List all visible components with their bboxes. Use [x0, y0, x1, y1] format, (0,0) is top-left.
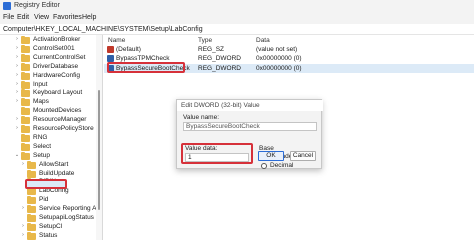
folder-icon — [27, 169, 36, 178]
value-name-field: BypassSecureBootCheck — [183, 122, 317, 131]
menu-file[interactable]: File — [3, 14, 14, 21]
value-type: REG_DWORD — [198, 55, 241, 62]
chevron-right-icon[interactable]: › — [14, 36, 20, 42]
value-row[interactable]: (Default) REG_SZ (value not set) — [104, 45, 474, 54]
registry-editor-icon — [3, 2, 11, 10]
column-type[interactable]: Type — [198, 37, 212, 44]
chevron-right-icon[interactable]: › — [14, 125, 20, 131]
menu-help[interactable]: Help — [82, 14, 96, 21]
value-data-highlight — [181, 143, 253, 164]
folder-icon — [21, 133, 30, 142]
folder-icon — [21, 89, 30, 98]
tree-item-label: Pid — [39, 196, 49, 204]
chevron-right-icon[interactable]: › — [14, 81, 20, 87]
tree-item-label: MountedDevices — [33, 107, 82, 115]
tree-item-label: AllowStart — [39, 160, 69, 168]
folder-icon — [21, 44, 30, 53]
folder-icon — [27, 231, 36, 240]
tree-item-label: BuildUpdate — [39, 169, 75, 177]
value-type: REG_DWORD — [198, 65, 241, 72]
tree-item-label: ResourcePolicyStore — [33, 125, 94, 132]
chevron-right-icon[interactable]: › — [14, 63, 20, 69]
chevron-right-icon[interactable]: › — [14, 54, 20, 60]
bypass-secureboot-highlight — [107, 62, 185, 73]
tree-item-label: ResourceManager — [33, 116, 87, 124]
chevron-right-icon[interactable]: › — [14, 72, 20, 78]
chevron-right-icon[interactable]: › — [14, 45, 20, 51]
title-bar: Registry Editor — [0, 0, 474, 12]
tree-item-label: DriverDatabase — [33, 62, 79, 70]
folder-icon — [27, 196, 36, 205]
tree-item-label: Service Reporting API — [39, 205, 103, 213]
address-bar[interactable]: Computer\HKEY_LOCAL_MACHINE\SYSTEM\Setup… — [0, 24, 474, 35]
folder-icon — [21, 151, 30, 160]
tree-item-label: ActivationBroker — [33, 36, 81, 43]
tree-item-label: HardwareConfig — [33, 71, 80, 79]
tree-item-label: Keyboard Layout — [33, 89, 83, 97]
tree-item-label: Maps — [33, 98, 49, 106]
menu-edit[interactable]: Edit — [17, 14, 29, 21]
list-header: Name Type Data — [104, 35, 474, 45]
binary-value-icon — [107, 55, 114, 62]
folder-icon — [21, 98, 30, 107]
chevron-right-icon[interactable]: › — [20, 205, 26, 211]
tree-item-label: RNG — [33, 133, 48, 141]
folder-icon — [21, 62, 30, 71]
folder-icon — [27, 214, 36, 222]
tree-item-label: Input — [33, 80, 48, 88]
tree-item-label: Select — [33, 142, 52, 150]
tree-item-label: ControlSet001 — [33, 44, 75, 52]
folder-icon — [21, 125, 30, 133]
chevron-right-icon[interactable]: › — [14, 116, 20, 122]
folder-icon — [27, 160, 36, 169]
chevron-right-icon[interactable]: › — [20, 223, 26, 229]
folder-icon — [21, 116, 30, 125]
folder-icon — [21, 36, 30, 44]
decimal-label: Decimal — [270, 162, 294, 169]
tree-scrollbar[interactable] — [96, 35, 102, 240]
chevron-right-icon[interactable]: › — [14, 89, 20, 95]
value-name-label: Value name: — [183, 114, 220, 121]
value-type: REG_SZ — [198, 46, 225, 53]
tree-item-label: Status — [39, 231, 58, 239]
value-data: 0x00000000 (0) — [256, 55, 302, 62]
folder-icon — [21, 80, 30, 89]
value-name: BypassTPMCheck — [116, 55, 170, 62]
decimal-radio[interactable] — [261, 163, 267, 169]
chevron-right-icon[interactable]: › — [14, 98, 20, 104]
chevron-down-icon[interactable]: ⌄ — [14, 152, 20, 158]
column-name[interactable]: Name — [108, 37, 125, 44]
value-name: (Default) — [116, 46, 141, 53]
registry-tree: › ActivationBroker › ControlSet001 › CurrentC… — [0, 35, 103, 240]
folder-icon — [21, 107, 30, 116]
dialog-title: Edit DWORD (32-bit) Value — [181, 102, 260, 109]
value-data: 0x00000000 (0) — [256, 65, 302, 72]
ok-button[interactable]: OK — [258, 151, 284, 161]
menu-bar: File Edit View Favorites Help — [0, 12, 474, 24]
folder-icon — [27, 187, 36, 196]
tree-item-label: SetupCl — [39, 222, 63, 230]
chevron-right-icon[interactable]: › — [20, 232, 26, 238]
value-data: (value not set) — [256, 46, 298, 53]
dialog-title-bar: Edit DWORD (32-bit) Value — [177, 100, 323, 111]
menu-view[interactable]: View — [34, 14, 49, 21]
chevron-right-icon[interactable]: › — [20, 161, 26, 167]
tree-item-label: CurrentControlSet — [33, 53, 86, 61]
folder-icon — [27, 222, 36, 231]
address-path: Computer\HKEY_LOCAL_MACHINE\SYSTEM\Setup… — [3, 26, 203, 33]
folder-icon — [21, 142, 30, 151]
column-data[interactable]: Data — [256, 37, 270, 44]
tree-item-label: Setup — [33, 151, 50, 159]
scroll-thumb[interactable] — [98, 90, 100, 210]
tree-item-label: SetupapiLogStatus — [39, 214, 94, 221]
cancel-button[interactable]: Cancel — [290, 151, 316, 161]
labconfig-highlight — [25, 179, 67, 189]
string-value-icon — [107, 46, 114, 53]
folder-icon — [21, 53, 30, 62]
folder-icon — [27, 205, 36, 214]
window-title: Registry Editor — [14, 2, 60, 9]
menu-favorites[interactable]: Favorites — [53, 14, 82, 21]
folder-icon — [21, 71, 30, 80]
